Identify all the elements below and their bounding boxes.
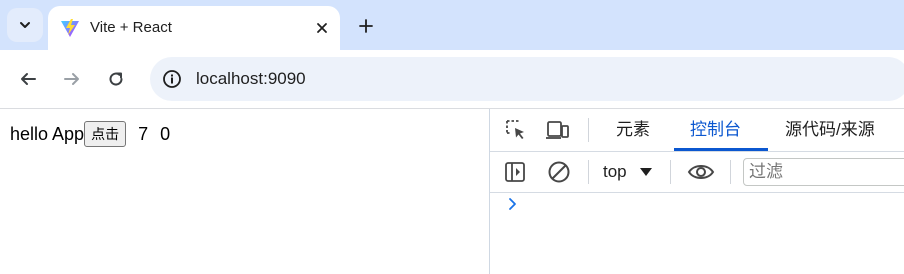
sidebar-toggle-button[interactable]: [501, 158, 529, 186]
chevron-right-icon: [509, 198, 516, 210]
tab-close-button[interactable]: [310, 16, 334, 40]
console-toolbar: top: [490, 152, 904, 193]
clear-console-button[interactable]: [545, 158, 573, 186]
inspect-element-icon: [506, 120, 524, 139]
address-bar[interactable]: localhost:9090: [150, 57, 904, 101]
reload-button[interactable]: [100, 63, 132, 95]
tab-sources[interactable]: 源代码/来源: [785, 118, 875, 142]
device-mode-icon: [546, 121, 569, 139]
arrow-left-icon: [21, 73, 36, 85]
toolbar-divider: [670, 160, 671, 184]
plus-icon: [359, 19, 373, 33]
tab-title: Vite + React: [90, 19, 172, 36]
app-root: hello App 点击 7 0: [10, 121, 170, 147]
console-prompt[interactable]: [508, 197, 518, 216]
filter-input[interactable]: [743, 158, 904, 186]
context-label: top: [603, 162, 627, 181]
new-tab-button[interactable]: [352, 12, 380, 40]
back-button[interactable]: [12, 63, 44, 95]
arrow-right-icon: [64, 73, 79, 85]
tab-strip: Vite + React: [0, 0, 904, 50]
hello-text: hello App: [10, 123, 85, 144]
tab-elements[interactable]: 元素: [616, 118, 650, 142]
browser-toolbar: localhost:9090: [0, 50, 904, 109]
sidebar-icon: [505, 162, 525, 182]
context-selector[interactable]: top: [603, 160, 653, 184]
tab-console[interactable]: 控制台: [690, 118, 741, 142]
tab-search-button[interactable]: [7, 8, 43, 42]
close-icon: [317, 23, 327, 33]
toolbar-divider: [588, 118, 589, 142]
live-expression-button[interactable]: [687, 158, 715, 186]
eye-icon: [687, 165, 715, 179]
browser-tab[interactable]: Vite + React: [48, 6, 340, 50]
devtools-tabbar: 元素 控制台 源代码/来源: [490, 109, 904, 152]
toolbar-divider: [588, 160, 589, 184]
devtools-panel: 元素 控制台 源代码/来源 top: [489, 109, 904, 274]
click-button[interactable]: 点击: [84, 121, 127, 147]
caret-down-icon: [639, 168, 652, 176]
clear-icon: [548, 161, 570, 183]
value-1: 7: [138, 123, 149, 144]
toolbar-divider: [730, 160, 731, 184]
url-text: localhost:9090: [196, 69, 306, 88]
reload-icon: [109, 72, 123, 86]
page-viewport: hello App 点击 7 0: [0, 109, 489, 274]
device-toolbar-button[interactable]: [544, 116, 572, 144]
info-icon[interactable]: [162, 69, 182, 89]
forward-button[interactable]: [56, 63, 88, 95]
active-tab-indicator: [674, 148, 768, 151]
chevron-down-icon: [20, 22, 30, 28]
vite-logo-icon: [61, 19, 79, 37]
inspect-element-button[interactable]: [502, 116, 530, 144]
value-2: 0: [160, 123, 171, 144]
